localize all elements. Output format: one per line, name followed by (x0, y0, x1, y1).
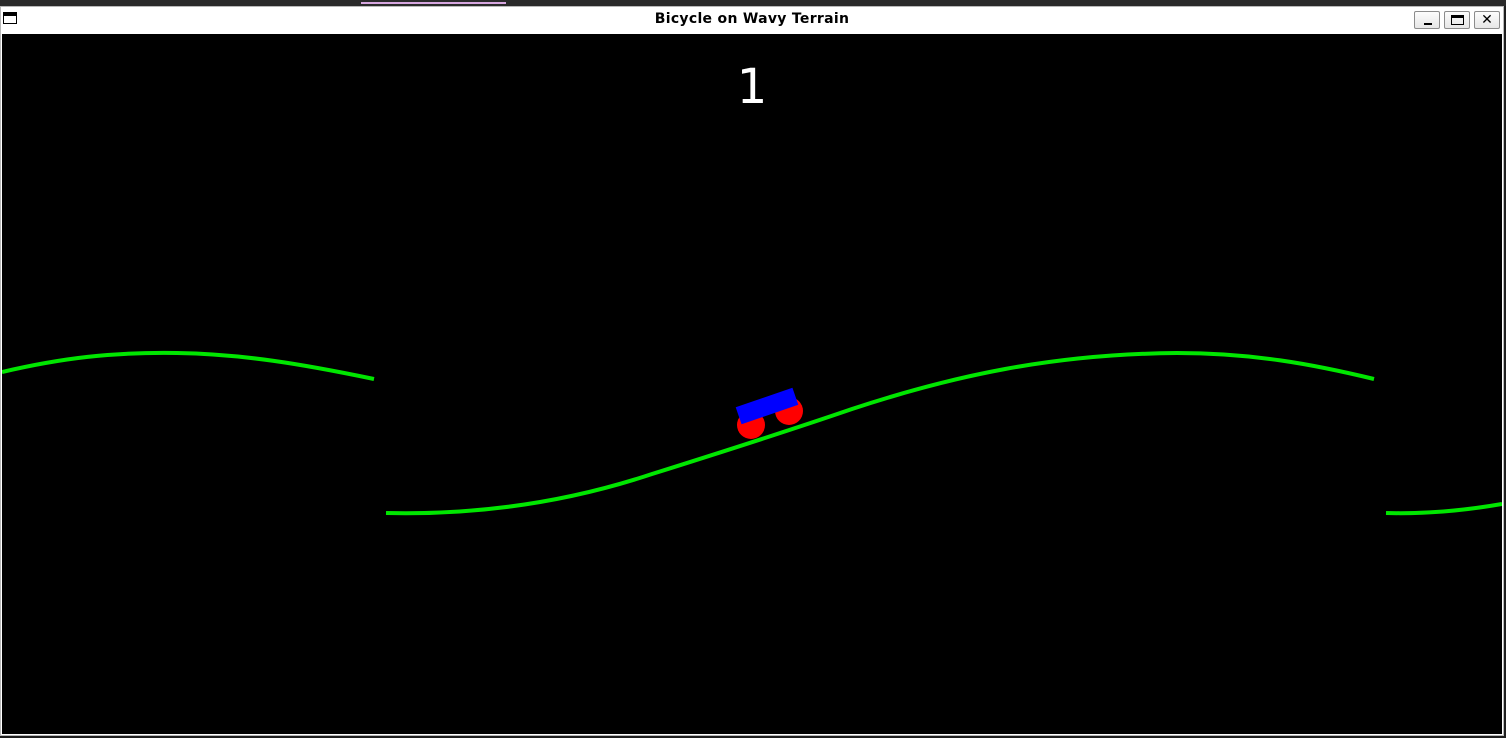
game-scene (2, 350, 1502, 516)
minimize-button[interactable] (1414, 11, 1440, 29)
minimize-icon (1424, 23, 1432, 25)
title-bar[interactable]: Bicycle on Wavy Terrain ✕ (1, 7, 1503, 33)
terrain-segment (2, 350, 375, 381)
close-button[interactable]: ✕ (1474, 11, 1500, 29)
score-display: 1 (736, 59, 768, 115)
maximize-icon (1451, 15, 1464, 25)
maximize-button[interactable] (1444, 11, 1470, 29)
window-title: Bicycle on Wavy Terrain (654, 11, 850, 27)
game-canvas[interactable]: 1 (2, 34, 1502, 734)
bicycle (735, 387, 803, 439)
close-icon: ✕ (1481, 12, 1493, 28)
terrain-segment (1385, 502, 1502, 516)
app-window: Bicycle on Wavy Terrain ✕ 1 (0, 6, 1504, 736)
panel-active-indicator (361, 2, 506, 4)
terrain-segment (385, 350, 1375, 516)
